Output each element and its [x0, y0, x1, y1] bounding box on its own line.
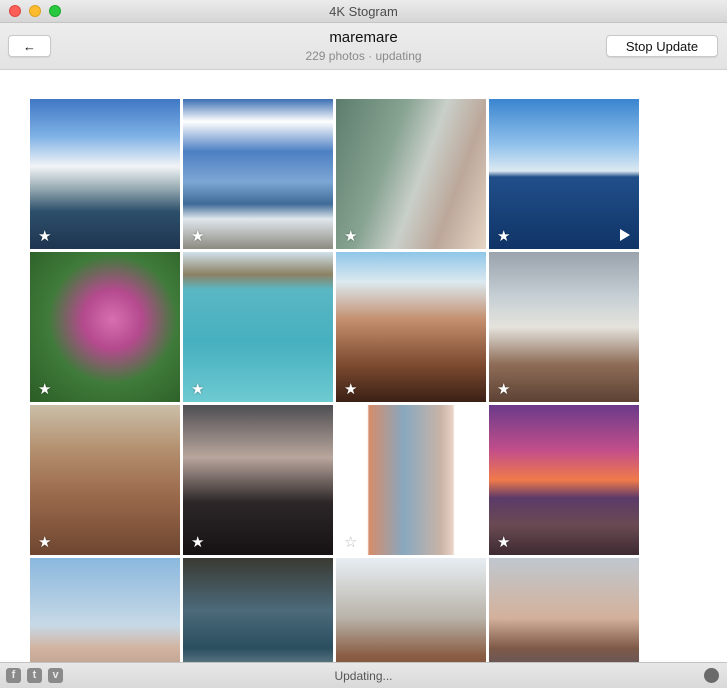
star-icon[interactable]: ★: [497, 535, 510, 550]
window-title: 4K Stogram: [329, 4, 398, 19]
photo-tile[interactable]: [30, 558, 180, 662]
status-text: Updating...: [334, 669, 393, 683]
photo-tile[interactable]: ★: [489, 252, 639, 402]
photo-tile[interactable]: ★: [336, 252, 486, 402]
star-icon[interactable]: ★: [191, 382, 204, 397]
photo-tile[interactable]: ★: [183, 99, 333, 249]
photo-tile[interactable]: ★: [30, 252, 180, 402]
star-icon[interactable]: ★: [38, 229, 51, 244]
photo-tile[interactable]: [489, 558, 639, 662]
star-icon[interactable]: ★: [344, 382, 357, 397]
stop-update-button[interactable]: Stop Update: [606, 35, 718, 57]
star-icon[interactable]: ★: [191, 535, 204, 550]
photo-tile[interactable]: ★: [183, 405, 333, 555]
star-icon[interactable]: ★: [497, 382, 510, 397]
photo-tile[interactable]: ★: [183, 252, 333, 402]
star-icon[interactable]: ★: [191, 229, 204, 244]
video-play-icon[interactable]: [620, 229, 630, 241]
star-icon[interactable]: ★: [497, 229, 510, 244]
star-icon[interactable]: ★: [344, 229, 357, 244]
status-bar: f t v Updating...: [0, 662, 727, 688]
photo-tile[interactable]: [336, 558, 486, 662]
photo-grid: ★ ★ ★ ★ ★ ★ ★ ★ ★ ★ ☆ ★: [0, 70, 727, 662]
title-bar: 4K Stogram: [0, 0, 727, 23]
photo-tile[interactable]: ★: [30, 405, 180, 555]
globe-icon[interactable]: [704, 668, 719, 683]
photo-tile[interactable]: ★: [336, 99, 486, 249]
star-icon[interactable]: ★: [38, 535, 51, 550]
photo-tile[interactable]: [183, 558, 333, 662]
photo-tile[interactable]: ☆: [336, 405, 486, 555]
photo-tile[interactable]: ★: [489, 99, 639, 249]
photo-tile[interactable]: ★: [489, 405, 639, 555]
star-icon[interactable]: ★: [38, 382, 51, 397]
star-outline-icon[interactable]: ☆: [344, 535, 357, 550]
toolbar: ← maremare 229 photos · updating Stop Up…: [0, 23, 727, 70]
photo-tile[interactable]: ★: [30, 99, 180, 249]
